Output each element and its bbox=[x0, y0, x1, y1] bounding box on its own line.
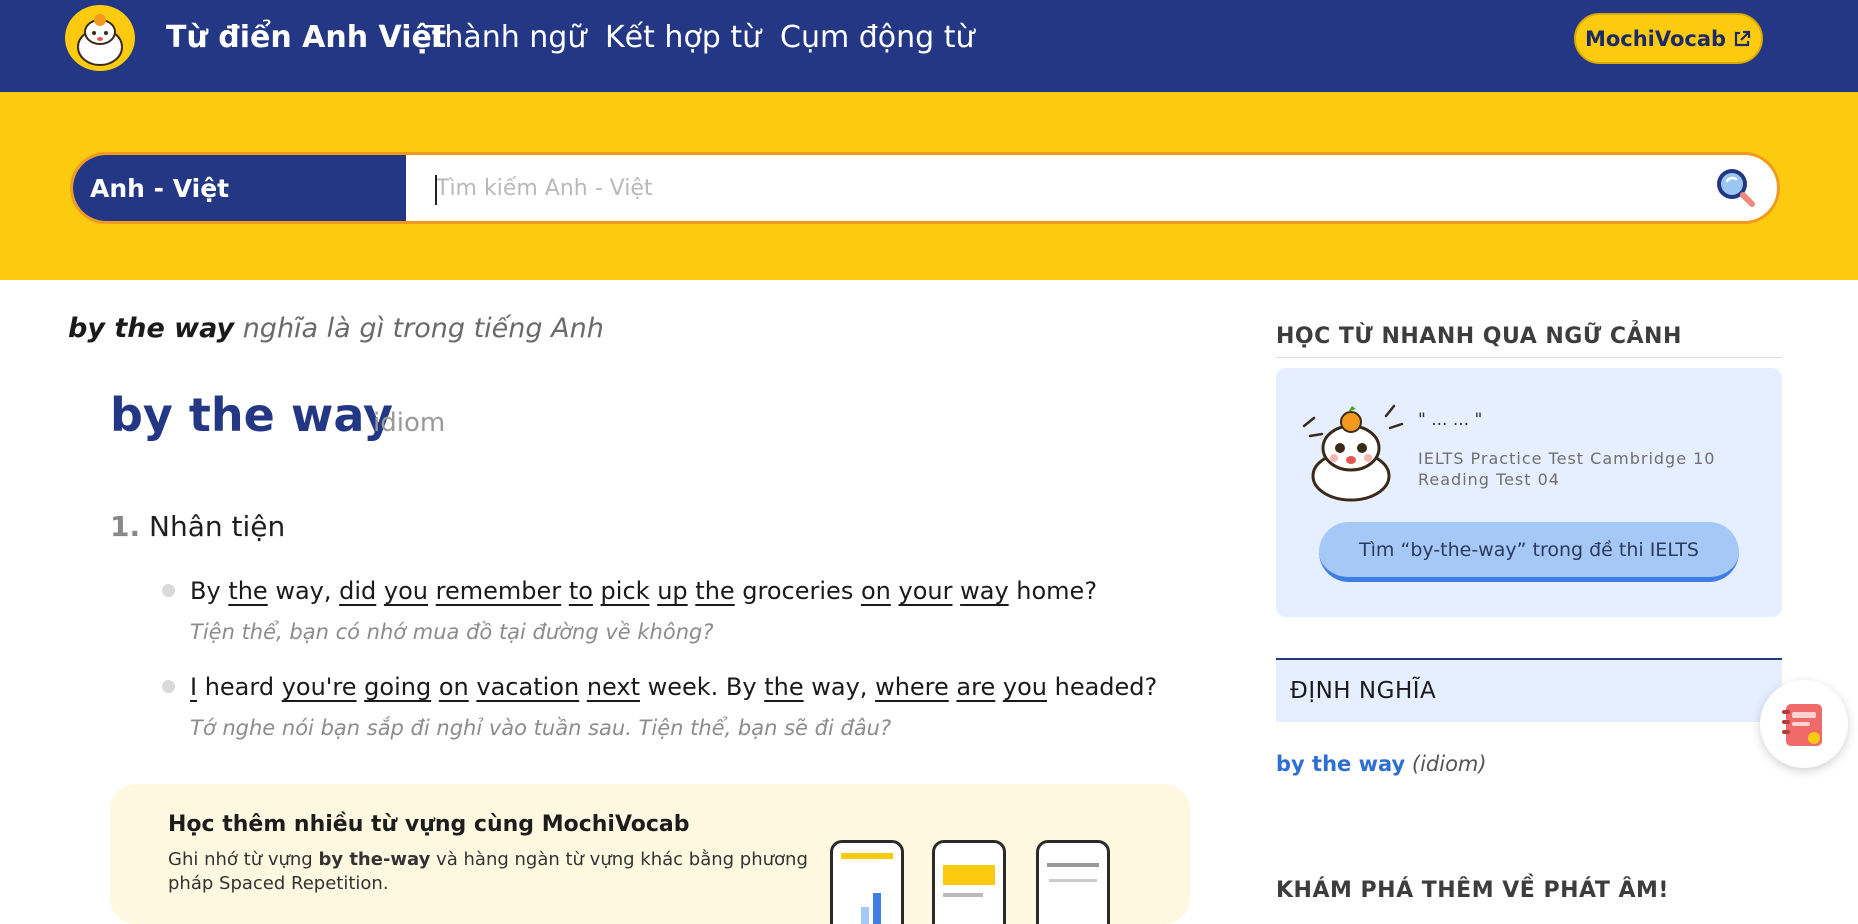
sentence-text: home? bbox=[1008, 577, 1098, 605]
lookup-word-link[interactable]: the bbox=[695, 577, 734, 605]
context-quote: " ... ... " bbox=[1418, 410, 1483, 430]
sentence-text: groceries bbox=[734, 577, 861, 605]
explore-heading: KHÁM PHÁ THÊM VỀ PHÁT ÂM! bbox=[1276, 878, 1669, 903]
promo-word: by the-way bbox=[318, 849, 431, 870]
heading-word: by the way bbox=[68, 313, 235, 344]
sentence-text bbox=[995, 673, 1003, 701]
sentence-text: headed? bbox=[1046, 673, 1158, 701]
lookup-word-link[interactable]: where bbox=[875, 673, 949, 701]
search-band: Anh - Việt bbox=[0, 92, 1858, 280]
mochivocab-label: MochiVocab bbox=[1584, 26, 1727, 51]
example-bullet bbox=[162, 680, 175, 693]
sentence-text: heard bbox=[197, 673, 282, 701]
word-title: by the way bbox=[110, 388, 393, 442]
lookup-word-link[interactable]: next bbox=[587, 673, 640, 701]
lookup-word-link[interactable]: the bbox=[764, 673, 803, 701]
lookup-word-link[interactable]: up bbox=[657, 577, 687, 605]
lookup-word-link[interactable]: vacation bbox=[476, 673, 579, 701]
lookup-word-link[interactable]: going bbox=[364, 673, 431, 701]
lookup-word-link[interactable]: did bbox=[339, 577, 376, 605]
nav-link-idioms[interactable]: Thành ngữ bbox=[426, 20, 586, 55]
search-input[interactable] bbox=[436, 155, 1686, 221]
part-of-speech: idiom bbox=[373, 408, 446, 438]
mochi-mascot-icon bbox=[1302, 404, 1404, 502]
lookup-word-link[interactable]: you bbox=[1003, 673, 1047, 701]
nav-link-phrasal-verbs[interactable]: Cụm động từ bbox=[780, 20, 975, 55]
sentence-text bbox=[431, 673, 439, 701]
sentence-text: way, bbox=[267, 577, 340, 605]
page-heading: by the way nghĩa là gì trong tiếng Anh bbox=[68, 313, 604, 344]
nav-brand-link[interactable]: Từ điển Anh Việt bbox=[166, 20, 446, 55]
promo-title: Học thêm nhiều từ vựng cùng MochiVocab bbox=[168, 812, 690, 837]
example-sentence-1: By the way, did you remember to pick up … bbox=[190, 577, 1097, 605]
sentence-text bbox=[357, 673, 365, 701]
example-sentence-2: I heard you're going on vacation next we… bbox=[190, 673, 1157, 701]
lookup-word-link[interactable]: you bbox=[384, 577, 428, 605]
external-link-icon bbox=[1734, 30, 1751, 46]
mochivocab-promo[interactable]: Học thêm nhiều từ vựng cùng MochiVocab G… bbox=[110, 784, 1190, 924]
example-translation-1: Tiện thể, bạn có nhớ mua đồ tại đường về… bbox=[190, 620, 714, 644]
sentence-text: week. By bbox=[639, 673, 765, 701]
definition-heading: ĐỊNH NGHĨA bbox=[1290, 678, 1437, 704]
sentence-text bbox=[891, 577, 899, 605]
divider bbox=[1276, 357, 1782, 358]
sentence-text bbox=[561, 577, 569, 605]
sentence-text bbox=[428, 577, 436, 605]
language-selector[interactable]: Anh - Việt bbox=[73, 155, 406, 221]
sense-number: 1. bbox=[110, 510, 141, 543]
definition-word-link[interactable]: by the way bbox=[1276, 752, 1405, 776]
lookup-word-link[interactable]: to bbox=[569, 577, 593, 605]
sentence-text bbox=[593, 577, 601, 605]
lookup-word-link[interactable]: you're bbox=[282, 673, 357, 701]
find-in-ielts-button[interactable]: Tìm “by-the-way” trong đề thi IELTS bbox=[1319, 522, 1739, 582]
definition-pos: (idiom) bbox=[1411, 752, 1487, 776]
context-heading: HỌC TỪ NHANH QUA NGỮ CẢNH bbox=[1276, 324, 1682, 349]
mochivocab-button[interactable]: MochiVocab bbox=[1574, 13, 1763, 64]
lookup-word-link[interactable]: your bbox=[899, 577, 953, 605]
example-bullet bbox=[162, 584, 175, 597]
example-translation-2: Tớ nghe nói bạn sắp đi nghỉ vào tuần sau… bbox=[190, 716, 892, 740]
sense-meaning: Nhân tiện bbox=[149, 510, 286, 543]
sentence-text: By bbox=[190, 577, 221, 605]
text-caret bbox=[435, 175, 437, 205]
search-box: Anh - Việt bbox=[70, 152, 1780, 224]
lookup-word-link[interactable]: on bbox=[861, 577, 891, 605]
nav-link-collocations[interactable]: Kết hợp từ bbox=[605, 20, 761, 55]
heading-suffix: nghĩa là gì trong tiếng Anh bbox=[234, 313, 604, 344]
language-label: Anh - Việt bbox=[90, 173, 230, 203]
definition-item[interactable]: by the way (idiom) bbox=[1276, 752, 1487, 776]
sentence-text bbox=[579, 673, 587, 701]
context-source: IELTS Practice Test Cambridge 10 Reading… bbox=[1418, 449, 1716, 489]
top-navbar: Từ điển Anh Việt Thành ngữ Kết hợp từ Cụ… bbox=[0, 0, 1858, 92]
sense-heading: 1. Nhân tiện bbox=[110, 510, 285, 543]
phone-screenshot bbox=[1036, 840, 1110, 924]
mochi-logo-icon[interactable] bbox=[65, 5, 135, 71]
lookup-word-link[interactable]: on bbox=[439, 673, 469, 701]
lookup-word-link[interactable]: the bbox=[228, 577, 267, 605]
sentence-text bbox=[952, 577, 960, 605]
sentence-text bbox=[376, 577, 384, 605]
phone-screenshot bbox=[830, 840, 904, 924]
notebook-icon bbox=[1782, 704, 1822, 746]
lookup-word-link[interactable]: are bbox=[956, 673, 995, 701]
context-card: " ... ... " IELTS Practice Test Cambridg… bbox=[1276, 368, 1782, 617]
sentence-text: way, bbox=[803, 673, 876, 701]
promo-text: Ghi nhớ từ vựng by the-way và hàng ngàn … bbox=[168, 849, 808, 894]
notebook-floating-button[interactable] bbox=[1760, 680, 1848, 768]
lookup-word-link[interactable]: way bbox=[960, 577, 1009, 605]
definition-header: ĐỊNH NGHĨA bbox=[1276, 658, 1782, 722]
phone-screenshot bbox=[932, 840, 1006, 924]
lookup-word-link[interactable]: pick bbox=[601, 577, 650, 605]
search-icon[interactable] bbox=[1713, 165, 1759, 211]
lookup-word-link[interactable]: remember bbox=[436, 577, 562, 605]
